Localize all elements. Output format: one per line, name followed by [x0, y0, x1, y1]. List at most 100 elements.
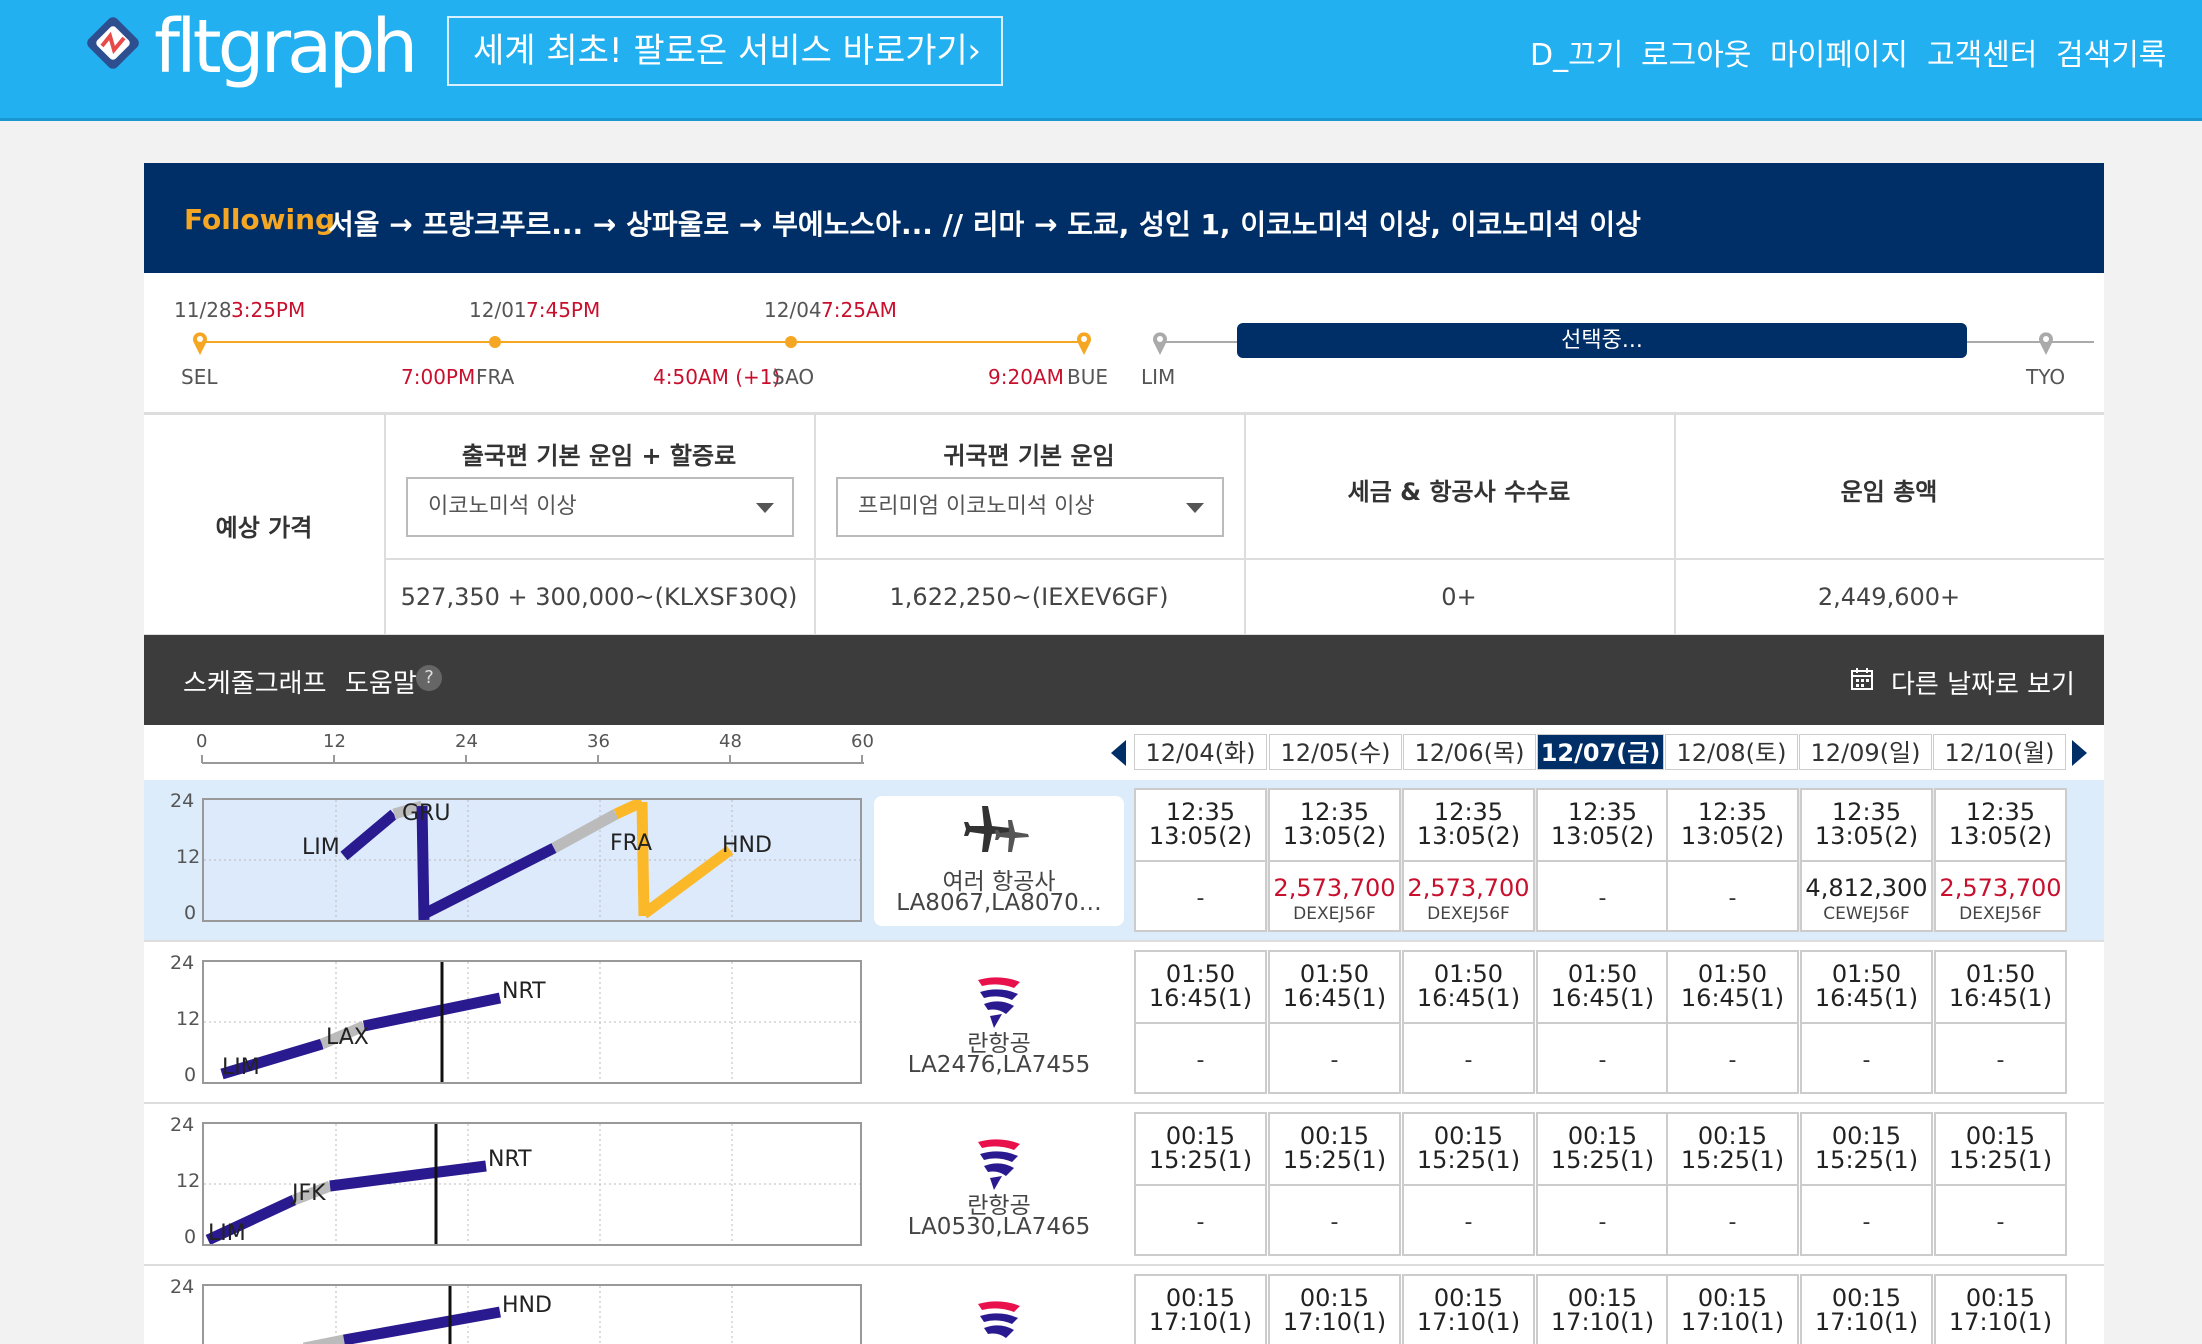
logo-icon[interactable]	[82, 12, 144, 74]
prev-date-arrow-icon[interactable]	[1111, 740, 1126, 766]
logo-text[interactable]: fltgraph	[154, 4, 418, 90]
fare-cell[interactable]: 12:35 13:05(2) 4,812,300 CEWEJ56F	[1800, 788, 1933, 932]
schedule-time: 00:15 15:25(1)	[1148, 1122, 1253, 1174]
schedule-time: 00:15 17:10(1)	[1550, 1284, 1655, 1336]
schedule-time: 00:15 15:25(1)	[1550, 1122, 1655, 1174]
schedule-time: 01:50 16:45(1)	[1814, 960, 1919, 1012]
fare-empty: -	[1728, 886, 1737, 911]
fare-cell[interactable]: 00:15 17:10(1)	[1402, 1274, 1535, 1344]
schedule-mini-chart: LIM LAX NRT	[202, 960, 862, 1084]
outbound-class-value: 이코노미석 이상	[428, 494, 577, 519]
return-fare-header: 귀국편 기본 운임	[943, 442, 1115, 470]
schedule-time: 00:15 17:10(1)	[1680, 1284, 1785, 1336]
fare-cell[interactable]: 01:50 16:45(1) -	[1268, 950, 1401, 1094]
calendar-icon[interactable]	[1850, 667, 1874, 695]
schedule-time: 00:15 17:10(1)	[1148, 1284, 1253, 1336]
fare-cell[interactable]: 01:50 16:45(1) -	[1536, 950, 1669, 1094]
fare-code: DEXEJ56F	[1293, 904, 1376, 924]
fare-empty: -	[1598, 1210, 1607, 1235]
fare-cell[interactable]: 00:15 17:10(1)	[1666, 1274, 1799, 1344]
fare-cell[interactable]: 00:15 15:25(1) -	[1934, 1112, 2067, 1256]
fare-cell[interactable]: 12:35 13:05(2) -	[1134, 788, 1267, 932]
date-tab[interactable]: 12/05(수)	[1269, 734, 1402, 770]
return-class-select[interactable]: 프리미엄 이코노미석 이상	[836, 477, 1224, 537]
fare-cell[interactable]: 01:50 16:45(1) -	[1934, 950, 2067, 1094]
fare-price[interactable]: 2,573,700	[1270, 874, 1399, 902]
y-tick: 0	[184, 902, 197, 924]
fare-empty: -	[1598, 1048, 1607, 1073]
cell-divider	[1136, 1022, 1265, 1024]
nav-history[interactable]: 검색기록	[2056, 30, 2166, 74]
schedule-time: 00:15 15:25(1)	[1948, 1122, 2053, 1174]
fare-cell[interactable]: 00:15 15:25(1) -	[1402, 1112, 1535, 1256]
help-link[interactable]: 도움말	[345, 663, 417, 700]
fare-cell[interactable]: 00:15 15:25(1) -	[1666, 1112, 1799, 1256]
fare-cell[interactable]: 00:15 15:25(1) -	[1800, 1112, 1933, 1256]
fare-cell[interactable]: 12:35 13:05(2) 2,573,700 DEXEJ56F	[1402, 788, 1535, 932]
airline-card[interactable]	[874, 1282, 1124, 1344]
fare-cell[interactable]: 01:50 16:45(1) -	[1800, 950, 1933, 1094]
schedule-graph-title: 스케줄그래프	[183, 669, 327, 699]
timeline-depart-time: 7:25AM	[821, 298, 897, 322]
y-tick: 0	[184, 1064, 197, 1086]
y-tick: 24	[170, 952, 195, 974]
airline-card[interactable]: 여러 항공사 LA8067,LA8070…	[874, 796, 1124, 926]
nav-mypage[interactable]: 마이페이지	[1770, 30, 1908, 74]
airline-card[interactable]: 란항공 LA0530,LA7465	[874, 1120, 1124, 1250]
stop-label: LIM	[208, 1221, 246, 1244]
fare-cell[interactable]: 01:50 16:45(1) -	[1666, 950, 1799, 1094]
fare-cell[interactable]: 12:35 13:05(2) -	[1536, 788, 1669, 932]
stop-label: NRT	[488, 1147, 532, 1172]
help-icon[interactable]: ?	[416, 665, 442, 691]
schedule-time: 01:50 16:45(1)	[1148, 960, 1253, 1012]
fare-cell[interactable]: 00:15 15:25(1) -	[1536, 1112, 1669, 1256]
nav-support[interactable]: 고객센터	[1927, 30, 2037, 74]
fare-cell[interactable]: 00:15 15:25(1) -	[1134, 1112, 1267, 1256]
fare-cell[interactable]: 00:15 17:10(1)	[1800, 1274, 1933, 1344]
fare-cell[interactable]: 12:35 13:05(2) 2,573,700 DEXEJ56F	[1934, 788, 2067, 932]
timeline-code: FRA	[476, 365, 515, 389]
date-tab[interactable]: 12/06(목)	[1403, 734, 1536, 770]
fare-cell[interactable]: 00:15 17:10(1)	[1536, 1274, 1669, 1344]
fare-cell[interactable]: 01:50 16:45(1) -	[1402, 950, 1535, 1094]
fare-price[interactable]: 2,573,700	[1404, 874, 1533, 902]
promo-button[interactable]: 세계 최초! 팔로온 서비스 바로가기 ›	[447, 16, 1003, 86]
next-date-arrow-icon[interactable]	[2072, 740, 2087, 766]
selecting-segment[interactable]: 선택중...	[1237, 323, 1967, 358]
route-graph: HND	[302, 1286, 733, 1344]
fare-empty: -	[1862, 1048, 1871, 1073]
fare-empty: -	[1598, 886, 1607, 911]
multi-airline-plane-icon	[964, 806, 1029, 852]
date-tab[interactable]: 12/09(일)	[1799, 734, 1932, 770]
date-tab-active[interactable]: 12/07(금)	[1537, 734, 1664, 770]
fare-empty: -	[1996, 1210, 2005, 1235]
caret-down-icon	[756, 503, 774, 513]
nav-logout[interactable]: 로그아웃	[1641, 30, 1751, 74]
fare-cell[interactable]: 00:15 17:10(1)	[1268, 1274, 1401, 1344]
total-value: 2,449,600+	[1817, 583, 1961, 611]
hour-axis	[201, 755, 864, 764]
outbound-fare-value: 527,350 + 300,000~(KLXSF30Q)	[400, 583, 798, 611]
fare-price[interactable]: 4,812,300	[1802, 874, 1931, 902]
date-tab[interactable]: 12/10(월)	[1933, 734, 2066, 770]
flight-numbers: LA2476,LA7455	[907, 1052, 1091, 1078]
pin-icon	[2038, 331, 2054, 355]
airline-card[interactable]: 란항공 LA2476,LA7455	[874, 958, 1124, 1088]
cell-divider	[1802, 1022, 1931, 1024]
nav-d-off[interactable]: D_끄기	[1530, 30, 1623, 74]
date-tab[interactable]: 12/08(토)	[1665, 734, 1798, 770]
outbound-class-select[interactable]: 이코노미석 이상	[406, 477, 794, 537]
fare-cell[interactable]: 12:35 13:05(2) -	[1666, 788, 1799, 932]
y-tick: 24	[170, 1114, 195, 1136]
fare-cell[interactable]: 00:15 17:10(1)	[1134, 1274, 1267, 1344]
other-dates-link[interactable]: 다른 날짜로 보기	[1891, 664, 2075, 701]
fare-cell[interactable]: 00:15 17:10(1)	[1934, 1274, 2067, 1344]
fare-cell[interactable]: 01:50 16:45(1) -	[1134, 950, 1267, 1094]
y-tick: 12	[176, 1008, 201, 1030]
schedule-time: 01:50 16:45(1)	[1416, 960, 1521, 1012]
fare-price[interactable]: 2,573,700	[1936, 874, 2065, 902]
fare-cell[interactable]: 00:15 15:25(1) -	[1268, 1112, 1401, 1256]
return-fare-value: 1,622,250~(IEXEV6GF)	[889, 583, 1169, 611]
date-tab[interactable]: 12/04(화)	[1134, 734, 1267, 770]
fare-cell[interactable]: 12:35 13:05(2) 2,573,700 DEXEJ56F	[1268, 788, 1401, 932]
